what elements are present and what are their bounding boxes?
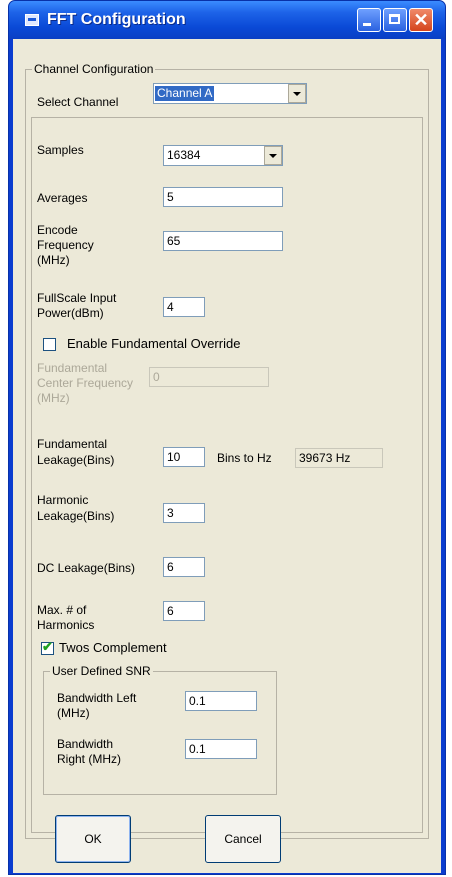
fft-config-window: FFT Configuration ✕ Channel Configuratio… (8, 0, 446, 875)
maximize-icon (389, 14, 400, 24)
fullscale-input[interactable]: 4 (163, 297, 205, 317)
twos-complement-label: Twos Complement (59, 640, 167, 655)
fund-center-input: 0 (149, 367, 269, 387)
close-button[interactable]: ✕ (409, 8, 433, 32)
harm-leakage-input[interactable]: 3 (163, 503, 205, 523)
bandwidth-left-input[interactable]: 0.1 (185, 691, 257, 711)
max-harmonics-label-line1: Max. # of (37, 603, 87, 617)
close-icon: ✕ (413, 10, 429, 30)
channel-config-legend: Channel Configuration (32, 62, 156, 76)
minimize-button[interactable] (357, 8, 381, 32)
dialog-body: Channel Configuration Select Channel Cha… (13, 39, 441, 873)
minimize-icon (363, 23, 371, 26)
channel-select[interactable]: Channel A (153, 83, 307, 104)
channel-select-value: Channel A (155, 86, 215, 101)
harm-leakage-label-line1: Harmonic (37, 493, 89, 507)
chevron-down-icon[interactable] (288, 84, 306, 103)
max-harmonics-input[interactable]: 6 (163, 601, 205, 621)
fundamental-override-label: Enable Fundamental Override (67, 336, 241, 351)
user-snr-group: User Defined SNR (43, 664, 277, 795)
title-bar[interactable]: FFT Configuration ✕ (9, 1, 445, 39)
samples-select-value: 16384 (167, 148, 201, 162)
bandwidth-left-label-line2: (MHz) (57, 706, 90, 720)
checkmark-icon: ✔ (42, 639, 53, 654)
ok-button-label: OK (84, 832, 102, 846)
bins-to-hz-value: 39673 Hz (295, 448, 383, 468)
bandwidth-right-label-line1: Bandwidth (57, 737, 114, 751)
fund-leakage-label-line1: Fundamental (37, 437, 108, 451)
averages-label: Averages (37, 191, 88, 205)
fund-leakage-label-line2: Leakage(Bins) (37, 453, 115, 467)
samples-label: Samples (37, 143, 84, 157)
window-title: FFT Configuration (47, 11, 186, 28)
bandwidth-left-label-line1: Bandwidth Left (57, 691, 137, 705)
maximize-button[interactable] (383, 8, 407, 32)
fullscale-label-line2: Power(dBm) (37, 306, 104, 320)
encode-frequency-label-line1: Encode (37, 223, 78, 237)
encode-frequency-label-line2: Frequency (37, 238, 94, 252)
chevron-down-icon[interactable] (264, 146, 282, 165)
fund-center-label-line1: Fundamental (37, 361, 108, 375)
samples-select[interactable]: 16384 (163, 145, 283, 166)
bins-to-hz-label: Bins to Hz (217, 451, 272, 465)
averages-input[interactable]: 5 (163, 187, 283, 207)
fund-leakage-input[interactable]: 10 (163, 447, 205, 467)
encode-frequency-input[interactable]: 65 (163, 231, 283, 251)
fund-center-label-line3: (MHz) (37, 391, 70, 405)
twos-complement-checkbox[interactable]: ✔ (41, 639, 54, 655)
bandwidth-right-input[interactable]: 0.1 (185, 739, 257, 759)
fundamental-override-checkbox[interactable] (43, 338, 56, 351)
dc-leakage-input[interactable]: 6 (163, 557, 205, 577)
bandwidth-right-label-line2: Right (MHz) (57, 752, 122, 766)
fullscale-label-line1: FullScale Input (37, 291, 117, 305)
fund-center-label-line2: Center Frequency (37, 376, 134, 390)
select-channel-label: Select Channel (37, 95, 119, 109)
encode-frequency-label-line3: (MHz) (37, 253, 70, 267)
max-harmonics-label-line2: Harmonics (37, 618, 95, 632)
harm-leakage-label-line2: Leakage(Bins) (37, 509, 115, 523)
ok-button[interactable]: OK (55, 815, 131, 863)
dc-leakage-label: DC Leakage(Bins) (37, 561, 136, 575)
user-snr-legend: User Defined SNR (50, 664, 153, 678)
window-icon[interactable] (25, 14, 39, 26)
cancel-button[interactable]: Cancel (205, 815, 281, 863)
cancel-button-label: Cancel (224, 832, 262, 846)
